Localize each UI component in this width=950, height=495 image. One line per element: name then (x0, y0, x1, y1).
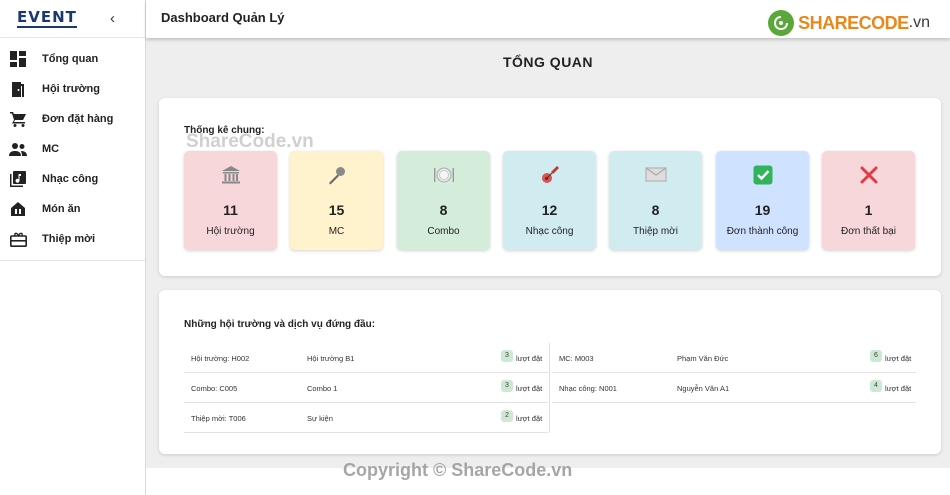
top-services-heading: Những hội trường và dịch vụ đứng đầu: (184, 319, 376, 330)
item-code: Hội trường: H002 (191, 354, 250, 363)
sidebar-item-mc[interactable]: MC (0, 134, 145, 164)
top-services-card: Những hội trường và dịch vụ đứng đầu: Hộ… (159, 290, 941, 454)
item-name: Phạm Văn Đức (677, 354, 729, 363)
sharecode-brand: SHARECODE (798, 12, 909, 33)
sharecode-logo: SHARECODE .vn (768, 10, 930, 36)
event-logo: EVENT (17, 7, 77, 28)
booking-count-badge: 3 (501, 350, 513, 362)
stat-card-musicians[interactable]: 12 Nhạc công (503, 151, 596, 250)
item-name: Hội trường B1 (307, 354, 355, 363)
stat-label: Đơn thất bại (841, 226, 896, 237)
cross-icon (822, 165, 915, 187)
sidebar-item-musicians[interactable]: Nhạc công (0, 164, 145, 194)
sidebar-item-overview[interactable]: Tổng quan (0, 44, 145, 74)
page-title: TỔNG QUAN (502, 54, 594, 70)
dashboard-title: Dashboard Quản Lý (161, 10, 285, 25)
people-icon (9, 140, 27, 158)
booking-count-badge: 3 (501, 380, 513, 392)
top-services-table-left: Hội trường: H002 Hội trường B1 3 lượt đặ… (184, 343, 548, 433)
item-code: Thiệp mời: T006 (191, 414, 246, 423)
door-icon (9, 80, 27, 98)
sidebar-item-label: Món ăn (42, 203, 81, 215)
cart-icon (9, 110, 27, 128)
restaurant-icon (9, 200, 27, 218)
stat-card-invitations[interactable]: 8 Thiệp mời (609, 151, 702, 250)
sidebar-item-label: Nhạc công (42, 173, 99, 185)
booking-unit: lượt đặt (516, 384, 543, 393)
sharecode-watermark: ShareCode.vn (186, 131, 314, 152)
sharecode-leaf-icon (768, 10, 795, 36)
sidebar-item-orders[interactable]: Đơn đặt hàng (0, 104, 145, 134)
stat-label: Nhạc công (525, 226, 574, 237)
stat-value: 19 (754, 202, 771, 218)
collapse-sidebar-icon[interactable]: ‹ (110, 10, 115, 27)
overview-card: Thống kê chung: 11 Hội trường 15 MC 8 Co… (159, 98, 941, 276)
guitar-icon (503, 165, 596, 187)
item-code: MC: M003 (559, 354, 594, 363)
sidebar-item-label: Đơn đặt hàng (42, 113, 114, 125)
stat-value: 11 (223, 202, 238, 218)
table-row: Hội trường: H002 Hội trường B1 3 lượt đặ… (184, 343, 548, 373)
table-row: Nhạc công: N001 Nguyễn Văn A1 4 lượt đặt (552, 373, 916, 403)
stat-value: 12 (541, 202, 558, 218)
booking-unit: lượt đặt (516, 354, 543, 363)
table-row: MC: M003 Phạm Văn Đức 6 lượt đặt (552, 343, 916, 373)
check-icon (716, 165, 809, 187)
sidebar-item-dishes[interactable]: Món ăn (0, 194, 145, 224)
item-name: Combo 1 (307, 384, 338, 393)
sidebar-brand: EVENT ‹ (0, 0, 145, 38)
stat-value: 15 (328, 202, 345, 218)
sharecode-tld: .vn (908, 14, 930, 31)
booking-unit: lượt đặt (885, 354, 912, 363)
plate-icon (397, 165, 490, 187)
stat-label: Đơn thành công (726, 226, 799, 237)
booking-unit: lượt đặt (885, 384, 912, 393)
sidebar-nav: Tổng quan Hội trường Đơn đặt hàng MC Nhạ… (0, 38, 145, 261)
item-code: Nhạc công: N001 (559, 384, 617, 393)
table-row: Thiệp mời: T006 Sự kiện 2 lượt đặt (184, 403, 548, 433)
table-row: Combo: C005 Combo 1 3 lượt đặt (184, 373, 548, 403)
stat-card-mc[interactable]: 15 MC (290, 151, 383, 250)
top-bar: Dashboard Quản Lý SHARECODE .vn (146, 0, 950, 38)
main-content: TỔNG QUAN Thống kê chung: 11 Hội trường … (146, 38, 950, 468)
stat-value: 8 (439, 202, 448, 218)
sidebar-item-label: MC (42, 143, 60, 155)
music-library-icon (9, 170, 27, 188)
stat-card-success-orders[interactable]: 19 Đơn thành công (716, 151, 809, 250)
stat-value: 1 (864, 202, 873, 218)
sidebar-item-invitations[interactable]: Thiệp mời (0, 224, 145, 254)
item-name: Sự kiện (307, 414, 333, 423)
sidebar-item-halls[interactable]: Hội trường (0, 74, 145, 104)
stat-card-failed-orders[interactable]: 1 Đơn thất bại (822, 151, 915, 250)
stat-label: Thiệp mời (633, 226, 678, 237)
top-services-table-right: MC: M003 Phạm Văn Đức 6 lượt đặt Nhạc cô… (549, 343, 916, 433)
stat-card-combo[interactable]: 8 Combo (397, 151, 490, 250)
stat-label: Hội trường (206, 226, 255, 237)
item-name: Nguyễn Văn A1 (677, 384, 730, 393)
booking-unit: lượt đặt (516, 414, 543, 423)
bank-icon (184, 165, 277, 187)
envelope-icon (609, 165, 702, 187)
sidebar: EVENT ‹ Tổng quan Hội trường Đơn đặt hàn… (0, 0, 146, 495)
item-code: Combo: C005 (191, 384, 238, 393)
gift-card-icon (9, 230, 27, 248)
sidebar-item-label: Thiệp mời (42, 233, 96, 245)
microphone-icon (290, 165, 383, 187)
booking-count-badge: 6 (870, 350, 882, 362)
stat-value: 8 (651, 202, 660, 218)
stat-label: Combo (427, 226, 460, 237)
stat-card-halls[interactable]: 11 Hội trường (184, 151, 277, 250)
dashboard-icon (9, 50, 27, 68)
booking-count-badge: 2 (501, 410, 513, 422)
stat-label: MC (328, 226, 345, 237)
sidebar-item-label: Tổng quan (42, 53, 99, 65)
sidebar-item-label: Hội trường (42, 83, 100, 95)
booking-count-badge: 4 (870, 380, 882, 392)
copyright-watermark: Copyright © ShareCode.vn (343, 460, 573, 480)
